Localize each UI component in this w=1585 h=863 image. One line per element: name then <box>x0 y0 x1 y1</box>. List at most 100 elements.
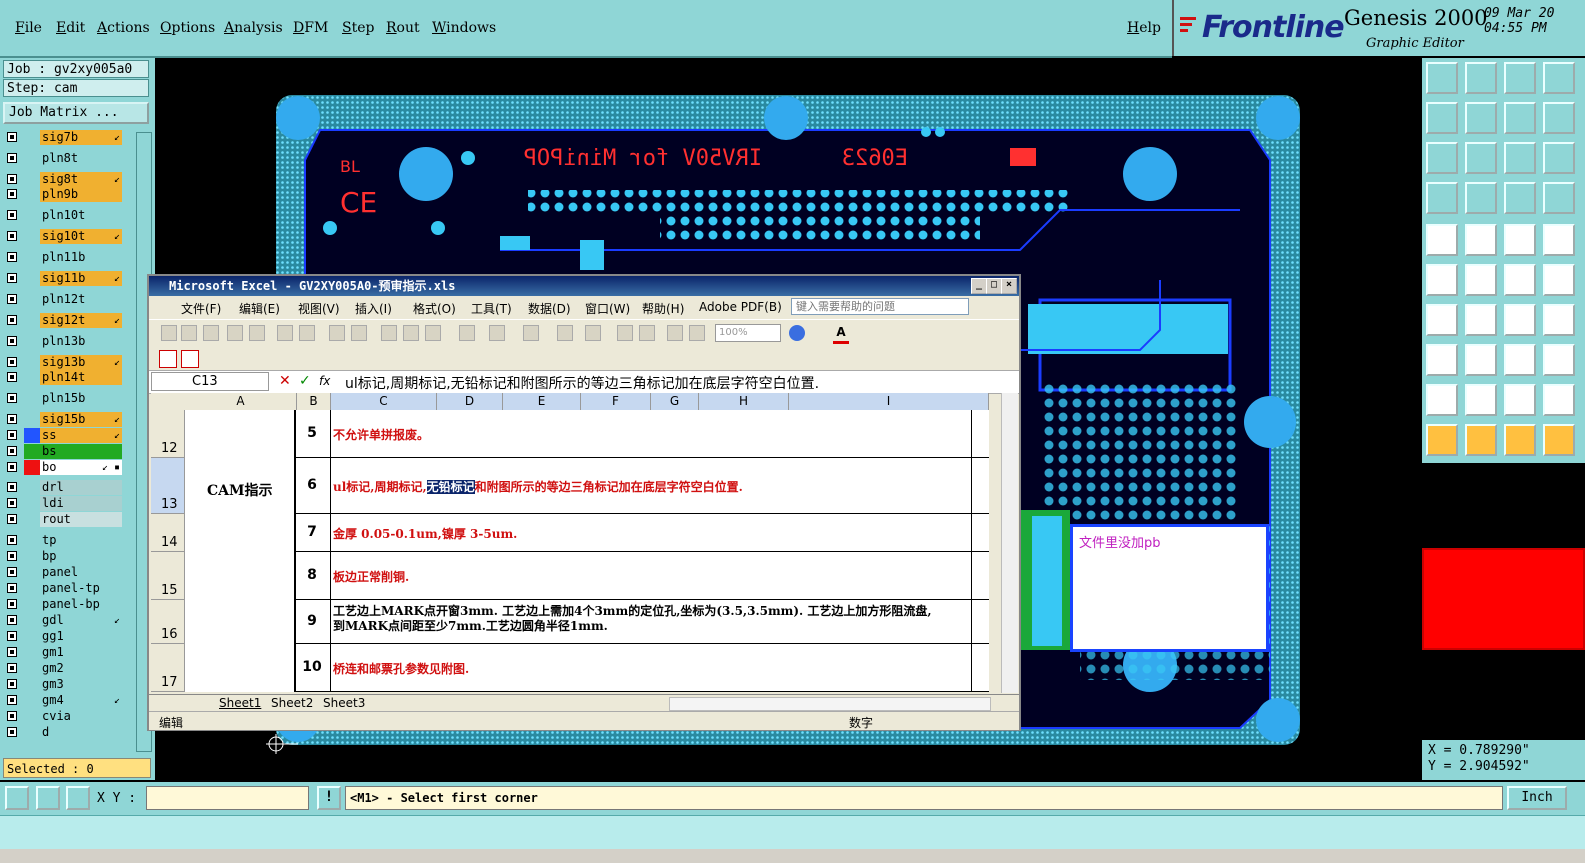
menu-rout[interactable]: Rout <box>386 20 420 36</box>
tab-sheet1[interactable]: Sheet1 <box>219 696 261 710</box>
layer-checkbox[interactable] <box>7 583 17 593</box>
close-button[interactable]: × <box>1001 278 1017 294</box>
row-header[interactable]: 15 <box>151 552 185 600</box>
layer-row-pln12t[interactable]: pln12t <box>4 292 124 307</box>
sort-asc-icon[interactable] <box>617 325 633 341</box>
layer-row-d[interactable]: d <box>4 725 124 740</box>
layer-row-gm2[interactable]: gm2 <box>4 661 124 676</box>
row-header[interactable]: 17 <box>151 644 185 692</box>
layer-row-cvia[interactable]: cvia <box>4 709 124 724</box>
rect-icon[interactable] <box>1543 344 1575 376</box>
layer-name[interactable]: pln9b <box>40 187 122 202</box>
layer-checkbox[interactable] <box>7 498 17 508</box>
layer-row-tp[interactable]: tp <box>4 533 124 548</box>
layer-name[interactable]: sig11b ↙ <box>40 271 122 286</box>
layer-row-pln10t[interactable]: pln10t <box>4 208 124 223</box>
layer-row-gm1[interactable]: gm1 <box>4 645 124 660</box>
layer-row-pln15b[interactable]: pln15b <box>4 391 124 406</box>
triangle3-icon[interactable] <box>1504 384 1536 416</box>
layer-row-pln9b[interactable]: pln9b <box>4 187 124 202</box>
pointer2-icon[interactable] <box>1465 424 1497 456</box>
move-down-icon[interactable] <box>1465 62 1497 94</box>
permission-icon[interactable] <box>227 325 243 341</box>
layer-checkbox[interactable] <box>7 189 17 199</box>
excel-menu-file[interactable]: 文件(F) <box>181 300 221 317</box>
layer-row-sig7b[interactable]: sig7b ↙ <box>4 130 124 145</box>
layer-row-ldi[interactable]: ldi <box>4 496 124 511</box>
layer-row-pln11b[interactable]: pln11b <box>4 250 124 265</box>
menu-analysis[interactable]: Analysis <box>224 20 283 36</box>
menu-actions[interactable]: Actions <box>97 20 150 36</box>
layer-checkbox[interactable] <box>7 679 17 689</box>
layer-name[interactable]: pln8t <box>40 151 122 166</box>
layer-name[interactable]: pln12t <box>40 292 122 307</box>
layer-checkbox[interactable] <box>7 153 17 163</box>
reverse-icon[interactable] <box>1504 102 1536 134</box>
column-header-E[interactable]: E <box>503 393 581 410</box>
layer-checkbox[interactable] <box>7 210 17 220</box>
zoom-icon[interactable] <box>1465 142 1497 174</box>
layer-name[interactable]: gm3 <box>40 677 122 692</box>
column-header-H[interactable]: H <box>699 393 789 410</box>
excel-menu-edit[interactable]: 编辑(E) <box>239 300 280 317</box>
layer-row-panel[interactable]: panel <box>4 565 124 580</box>
pad-icon[interactable] <box>1426 344 1458 376</box>
layer-name[interactable]: panel-bp <box>40 597 122 612</box>
layer-checkbox[interactable] <box>7 727 17 737</box>
excel-titlebar[interactable]: Microsoft Excel - GV2XY005A0-预审指示.xls _ … <box>149 276 1019 296</box>
blank-icon[interactable] <box>1465 182 1497 214</box>
instruction-cell[interactable]: 金厚 0.05-0.1um,镍厚 3-5um. <box>333 525 517 542</box>
layer-row-sig11b[interactable]: sig11b ↙ <box>4 271 124 286</box>
cut-icon[interactable] <box>381 325 397 341</box>
grid-icon[interactable] <box>66 786 90 810</box>
cancel-icon[interactable]: ✕ <box>279 373 291 389</box>
layer-checkbox[interactable] <box>7 551 17 561</box>
angle-icon[interactable] <box>1426 304 1458 336</box>
arc-icon[interactable] <box>1543 264 1575 296</box>
help-icon[interactable] <box>789 325 805 341</box>
layer-name[interactable]: panel <box>40 565 122 580</box>
layer-checkbox[interactable] <box>7 132 17 142</box>
layer-name[interactable]: panel-tp <box>40 581 122 596</box>
undo-icon[interactable] <box>489 325 505 341</box>
job-matrix-button[interactable]: Job Matrix ... <box>3 102 149 124</box>
layer-row-pln14t[interactable]: pln14t <box>4 370 124 385</box>
layer-checkbox[interactable] <box>7 462 17 472</box>
preview-icon[interactable] <box>299 325 315 341</box>
zoom-window-icon[interactable] <box>5 786 29 810</box>
layer-row-pln13b[interactable]: pln13b <box>4 334 124 349</box>
info-icon[interactable]: ! <box>317 786 341 810</box>
new-icon[interactable] <box>161 325 177 341</box>
rout-icon[interactable] <box>1543 182 1575 214</box>
layer-checkbox[interactable] <box>7 372 17 382</box>
item-number[interactable]: 10 <box>295 659 329 675</box>
horizontal-scrollbar[interactable] <box>669 697 991 711</box>
excel-menu-view[interactable]: 视图(V) <box>298 300 340 317</box>
formula-input[interactable]: ul标记,周期标记,无铅标记和附图所示的等边三角标记加在底层字符空白位置. <box>345 373 819 393</box>
function-icon[interactable]: fx <box>319 374 330 388</box>
units-button[interactable]: Inch <box>1507 786 1567 810</box>
layer-row-sig8t[interactable]: sig8t ↙ <box>4 172 124 187</box>
layer-checkbox[interactable] <box>7 336 17 346</box>
minimize-button[interactable]: _ <box>971 278 987 294</box>
layer-name[interactable]: sig13b ↙ <box>40 355 122 370</box>
layer-checkbox[interactable] <box>7 393 17 403</box>
layer-checkbox[interactable] <box>7 174 17 184</box>
layer-row-panel-bp[interactable]: panel-bp <box>4 597 124 612</box>
excel-menu-window[interactable]: 窗口(W) <box>585 300 630 317</box>
column-header-D[interactable]: D <box>437 393 503 410</box>
row-header[interactable]: 12 <box>151 410 185 458</box>
tab-sheet2[interactable]: Sheet2 <box>271 696 313 710</box>
circle-icon[interactable] <box>1543 224 1575 256</box>
layer-row-bs[interactable]: bs <box>4 444 124 459</box>
layer-checkbox[interactable] <box>7 482 17 492</box>
layer-checkbox[interactable] <box>7 414 17 424</box>
layer-checkbox[interactable] <box>7 663 17 673</box>
column-header-I[interactable]: I <box>789 393 989 410</box>
layer-checkbox[interactable] <box>7 615 17 625</box>
item-number[interactable]: 8 <box>295 567 329 583</box>
layer-row-sig13b[interactable]: sig13b ↙ <box>4 355 124 370</box>
menu-file[interactable]: File <box>15 20 42 36</box>
item-number[interactable]: 9 <box>295 613 329 629</box>
snap-icon[interactable] <box>1426 224 1458 256</box>
